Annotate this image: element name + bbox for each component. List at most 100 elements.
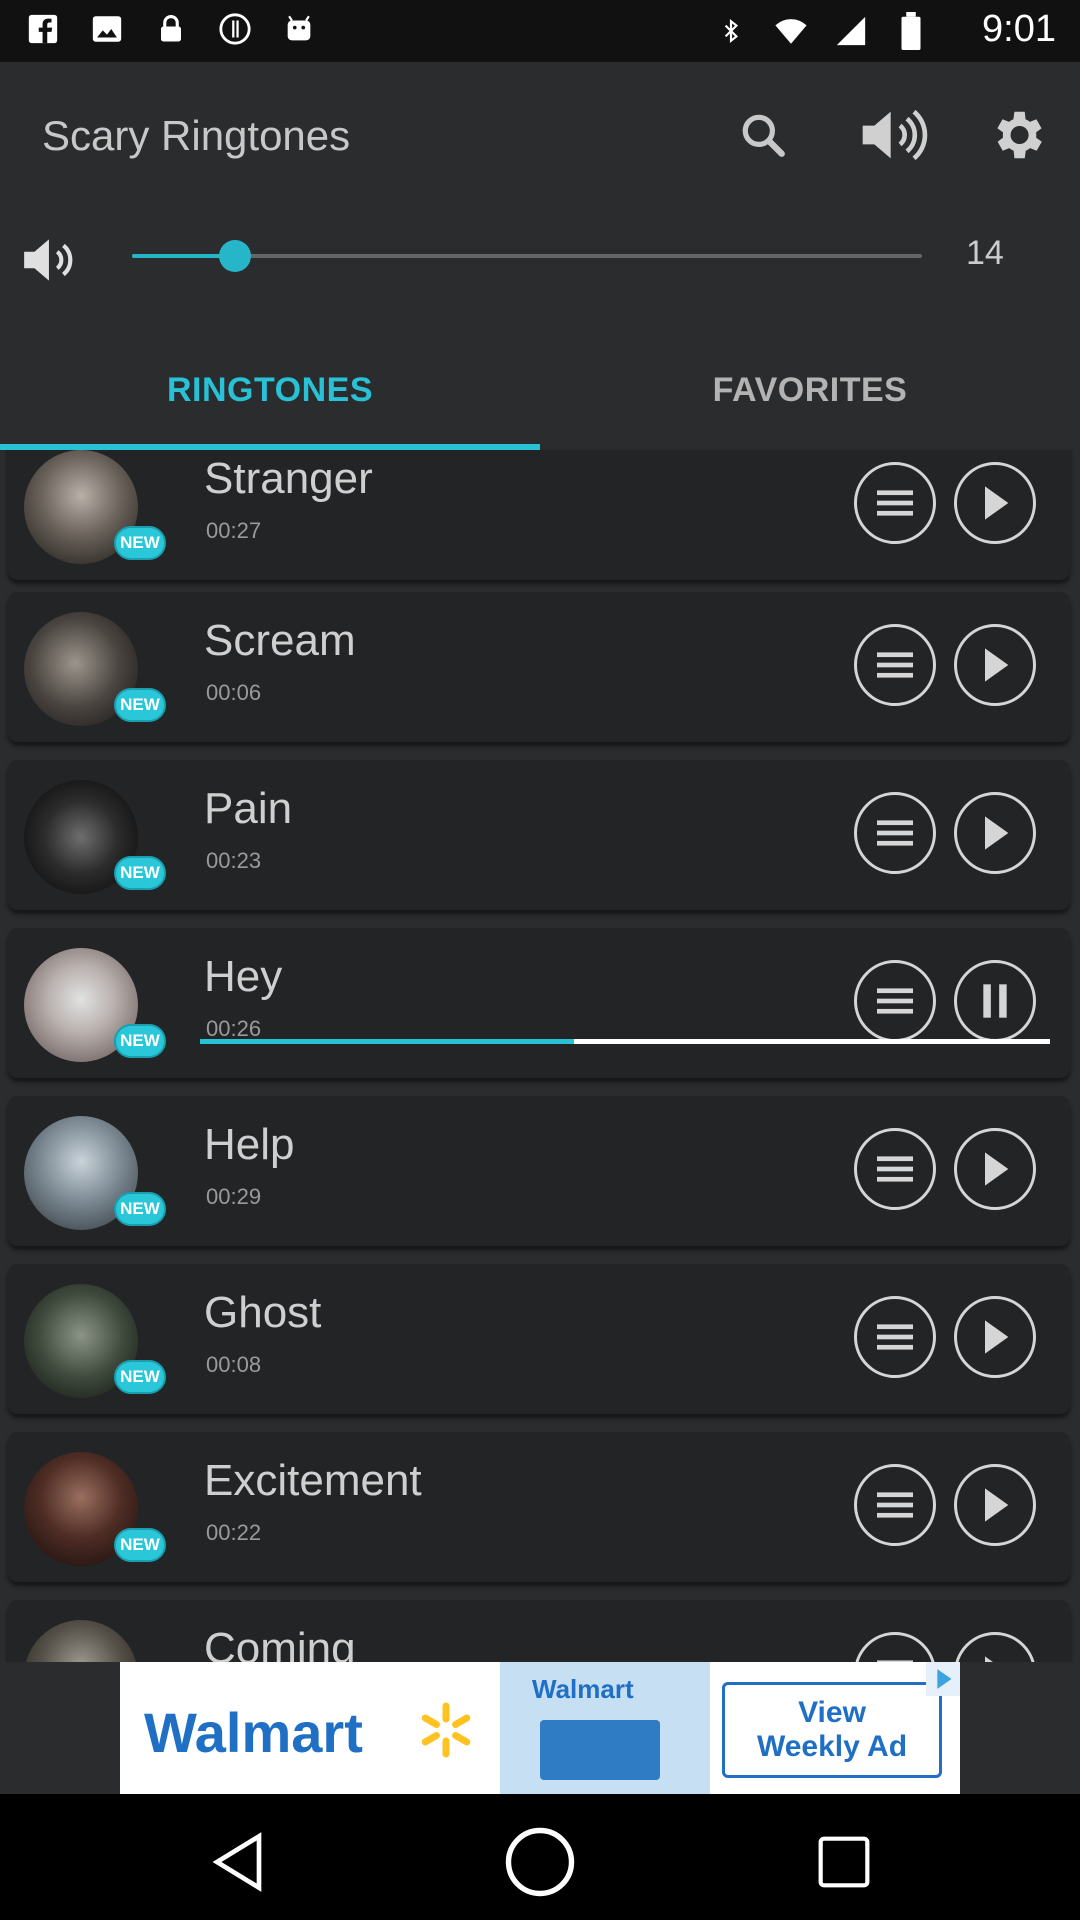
ringtone-item[interactable]: NEW Scream 00:06 bbox=[8, 592, 1070, 742]
volume-slider-thumb[interactable] bbox=[218, 240, 251, 272]
play-icon bbox=[985, 486, 1009, 520]
ringtone-title: Stranger bbox=[204, 454, 373, 503]
ringtone-title: Scream bbox=[204, 616, 356, 665]
playback-progress[interactable] bbox=[200, 1039, 1050, 1044]
facebook-icon bbox=[24, 10, 62, 48]
volume-icon bbox=[862, 109, 928, 161]
ad-choices-icon[interactable] bbox=[926, 1662, 960, 1696]
new-badge: NEW bbox=[114, 1528, 166, 1562]
options-button[interactable] bbox=[854, 624, 936, 706]
volume-slider[interactable] bbox=[132, 240, 922, 272]
menu-icon bbox=[877, 1324, 913, 1350]
options-button[interactable] bbox=[854, 462, 936, 544]
new-badge: NEW bbox=[114, 1024, 166, 1058]
new-badge: NEW bbox=[114, 856, 166, 890]
menu-icon bbox=[877, 988, 913, 1014]
lock-icon bbox=[152, 10, 190, 48]
play-button[interactable] bbox=[954, 462, 1036, 544]
options-button[interactable] bbox=[854, 1464, 936, 1546]
bluetooth-icon bbox=[712, 12, 750, 50]
signal-icon bbox=[832, 12, 870, 50]
ringtone-item[interactable]: NEW Help 00:29 bbox=[8, 1096, 1070, 1246]
ringtone-duration: 00:27 bbox=[206, 518, 262, 543]
ringtone-duration: 00:23 bbox=[206, 848, 262, 873]
tab-bar: RINGTONES FAVORITES bbox=[0, 330, 1080, 450]
playback-progress-fill bbox=[200, 1039, 574, 1044]
play-button[interactable] bbox=[954, 1296, 1036, 1378]
pause-icon bbox=[983, 984, 1007, 1018]
ringtone-duration: 00:08 bbox=[206, 1352, 262, 1377]
ringtone-duration: 00:29 bbox=[206, 1184, 262, 1209]
play-icon bbox=[985, 1320, 1009, 1354]
play-button[interactable] bbox=[954, 1464, 1036, 1546]
options-button[interactable] bbox=[854, 960, 936, 1042]
ringtone-title: Excitement bbox=[204, 1456, 422, 1505]
menu-icon bbox=[877, 490, 913, 516]
ad-banner: Walmart Walmart View Weekly Ad bbox=[0, 1662, 1080, 1794]
ringtone-item[interactable]: NEW Pain 00:23 bbox=[8, 760, 1070, 910]
ringtone-item[interactable]: NEW Hey 00:26 bbox=[8, 928, 1070, 1078]
new-badge: NEW bbox=[114, 526, 166, 560]
ringtone-title: Ghost bbox=[204, 1288, 322, 1337]
system-icons bbox=[712, 12, 930, 50]
tab-ringtones[interactable]: RINGTONES bbox=[0, 330, 540, 450]
options-button[interactable] bbox=[854, 792, 936, 874]
info-icon bbox=[216, 10, 254, 48]
play-icon bbox=[985, 648, 1009, 682]
ringtone-title: Pain bbox=[204, 784, 293, 833]
volume-button[interactable] bbox=[858, 100, 928, 170]
status-time: 9:01 bbox=[982, 8, 1056, 50]
play-icon bbox=[985, 816, 1009, 850]
ringtone-item[interactable]: Coming bbox=[8, 1600, 1070, 1662]
settings-button[interactable] bbox=[982, 100, 1052, 170]
search-icon bbox=[742, 114, 785, 157]
home-button[interactable] bbox=[500, 1822, 580, 1902]
ad-image-brand: Walmart bbox=[532, 1674, 634, 1704]
options-button[interactable] bbox=[854, 1128, 936, 1210]
ringtone-thumbnail bbox=[24, 1620, 138, 1662]
menu-icon bbox=[877, 820, 913, 846]
ringtone-item[interactable]: NEW Excitement 00:22 bbox=[8, 1432, 1070, 1582]
play-icon bbox=[985, 1656, 993, 1662]
options-button[interactable] bbox=[854, 1632, 936, 1662]
image-icon bbox=[88, 10, 126, 48]
play-button[interactable] bbox=[954, 1632, 1036, 1662]
tab-favorites[interactable]: FAVORITES bbox=[540, 330, 1080, 450]
ringtone-item[interactable]: NEW Stranger 00:27 bbox=[8, 450, 1070, 580]
menu-icon bbox=[877, 1156, 913, 1182]
status-bar: 9:01 bbox=[0, 0, 1080, 62]
new-badge: NEW bbox=[114, 1360, 166, 1394]
ringtone-duration: 00:06 bbox=[206, 680, 262, 705]
ringtone-title: Help bbox=[204, 1120, 295, 1169]
menu-icon bbox=[877, 652, 913, 678]
pause-button[interactable] bbox=[954, 960, 1036, 1042]
app-bar: Scary Ringtones bbox=[0, 62, 1080, 210]
ringtone-list[interactable]: NEW Stranger 00:27 NEW Scream 00:06 NEW Pain 00:… bbox=[0, 450, 1080, 1662]
play-button[interactable] bbox=[954, 624, 1036, 706]
navigation-bar bbox=[0, 1794, 1080, 1920]
play-button[interactable] bbox=[954, 792, 1036, 874]
android-icon bbox=[280, 10, 318, 48]
recents-button[interactable] bbox=[804, 1822, 884, 1902]
play-button[interactable] bbox=[954, 1128, 1036, 1210]
ringtone-item[interactable]: NEW Ghost 00:08 bbox=[8, 1264, 1070, 1414]
new-badge: NEW bbox=[114, 688, 166, 722]
ad-content[interactable]: Walmart Walmart View Weekly Ad bbox=[120, 1662, 960, 1794]
ringtone-title: Coming bbox=[204, 1624, 356, 1662]
walmart-spark-icon bbox=[416, 1700, 476, 1760]
settings-icon bbox=[997, 111, 1042, 159]
options-button[interactable] bbox=[854, 1296, 936, 1378]
search-button[interactable] bbox=[728, 100, 798, 170]
ringtone-title: Hey bbox=[204, 952, 283, 1001]
wifi-icon bbox=[772, 12, 810, 50]
ringtone-duration: 00:22 bbox=[206, 1520, 262, 1545]
new-badge: NEW bbox=[114, 1192, 166, 1226]
menu-icon bbox=[877, 1660, 913, 1662]
play-icon bbox=[985, 1152, 1009, 1186]
home-icon bbox=[505, 1827, 575, 1897]
ad-image-tv bbox=[540, 1720, 660, 1780]
recents-icon bbox=[818, 1836, 870, 1888]
back-button[interactable] bbox=[198, 1822, 278, 1902]
app-title: Scary Ringtones bbox=[42, 112, 351, 159]
ad-cta-button[interactable]: View Weekly Ad bbox=[722, 1682, 942, 1778]
